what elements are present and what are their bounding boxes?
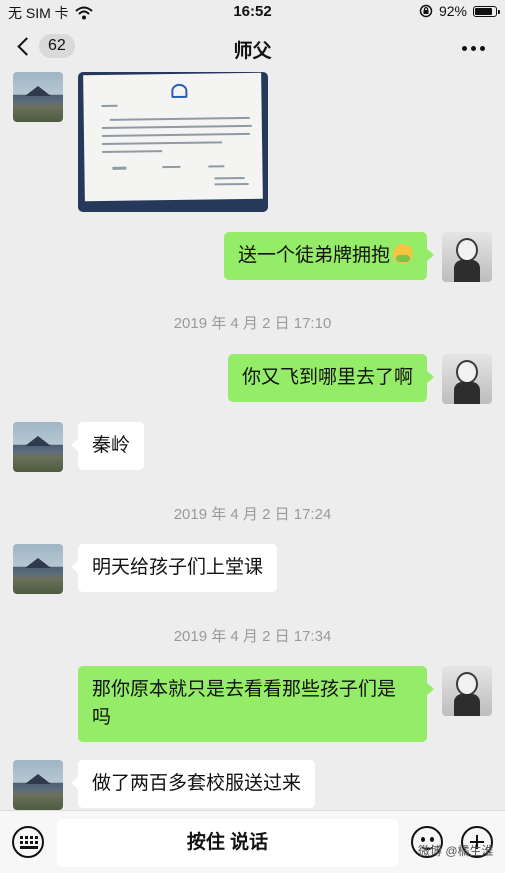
message-bubble-incoming[interactable]: 做了两百多套校服送过来 [70,760,316,808]
more-dots-icon[interactable] [462,46,485,51]
timestamp: 2019 年 4 月 2 日 17:34 [173,628,332,645]
message-text: 做了两百多套校服送过来 [92,773,302,794]
message-text: 送一个徒弟牌拥抱 [237,245,390,266]
chat-area[interactable]: 送一个徒弟牌拥抱 2019 年 4 月 2 日 17:10 你又飞到哪里去了啊 … [0,72,505,810]
status-bar: 无 SIM 卡 16:52 92% [0,0,505,24]
timestamp: 2019 年 4 月 2 日 17:24 [173,506,332,523]
my-avatar[interactable] [442,354,492,404]
battery-icon [473,5,500,17]
message-bubble-outgoing[interactable]: 你又飞到哪里去了啊 [227,354,435,402]
message-bubble-outgoing[interactable]: 那你原本就只是去看看那些孩子们是吗 [78,666,434,742]
keyboard-icon[interactable] [12,826,44,858]
my-avatar[interactable] [442,232,492,282]
contact-avatar[interactable] [13,544,63,594]
message-text: 那你原本就只是去看看那些孩子们是吗 [92,679,397,728]
message-bubble-incoming[interactable]: 明天给孩子们上堂课 [70,544,278,592]
message-bubble-outgoing[interactable]: 送一个徒弟牌拥抱 [223,232,435,280]
message-bubble-incoming[interactable]: 秦岭 [70,422,145,470]
letter-photo [83,72,263,202]
contact-avatar[interactable] [13,72,63,122]
battery-fill [475,7,493,15]
timestamp: 2019 年 4 月 2 日 17:10 [173,315,332,332]
contact-avatar[interactable] [13,760,63,810]
nav-bar: 62 师父 [0,24,505,72]
hug-emoji-icon [393,244,413,264]
message-text: 明天给孩子们上堂课 [92,557,264,578]
image-message[interactable] [78,72,268,212]
message-text: 秦岭 [92,435,131,456]
hold-to-talk-button[interactable]: 按住 说话 [57,819,398,867]
status-right: 92% [419,3,500,19]
watermark: 微博 @橘生淮 [418,844,494,858]
contact-avatar[interactable] [13,422,63,472]
message-text: 你又飞到哪里去了啊 [241,367,413,388]
rotation-lock-icon [419,4,433,18]
chat-title: 师父 [233,41,272,62]
my-avatar[interactable] [442,666,492,716]
battery-percent: 92% [438,3,467,19]
